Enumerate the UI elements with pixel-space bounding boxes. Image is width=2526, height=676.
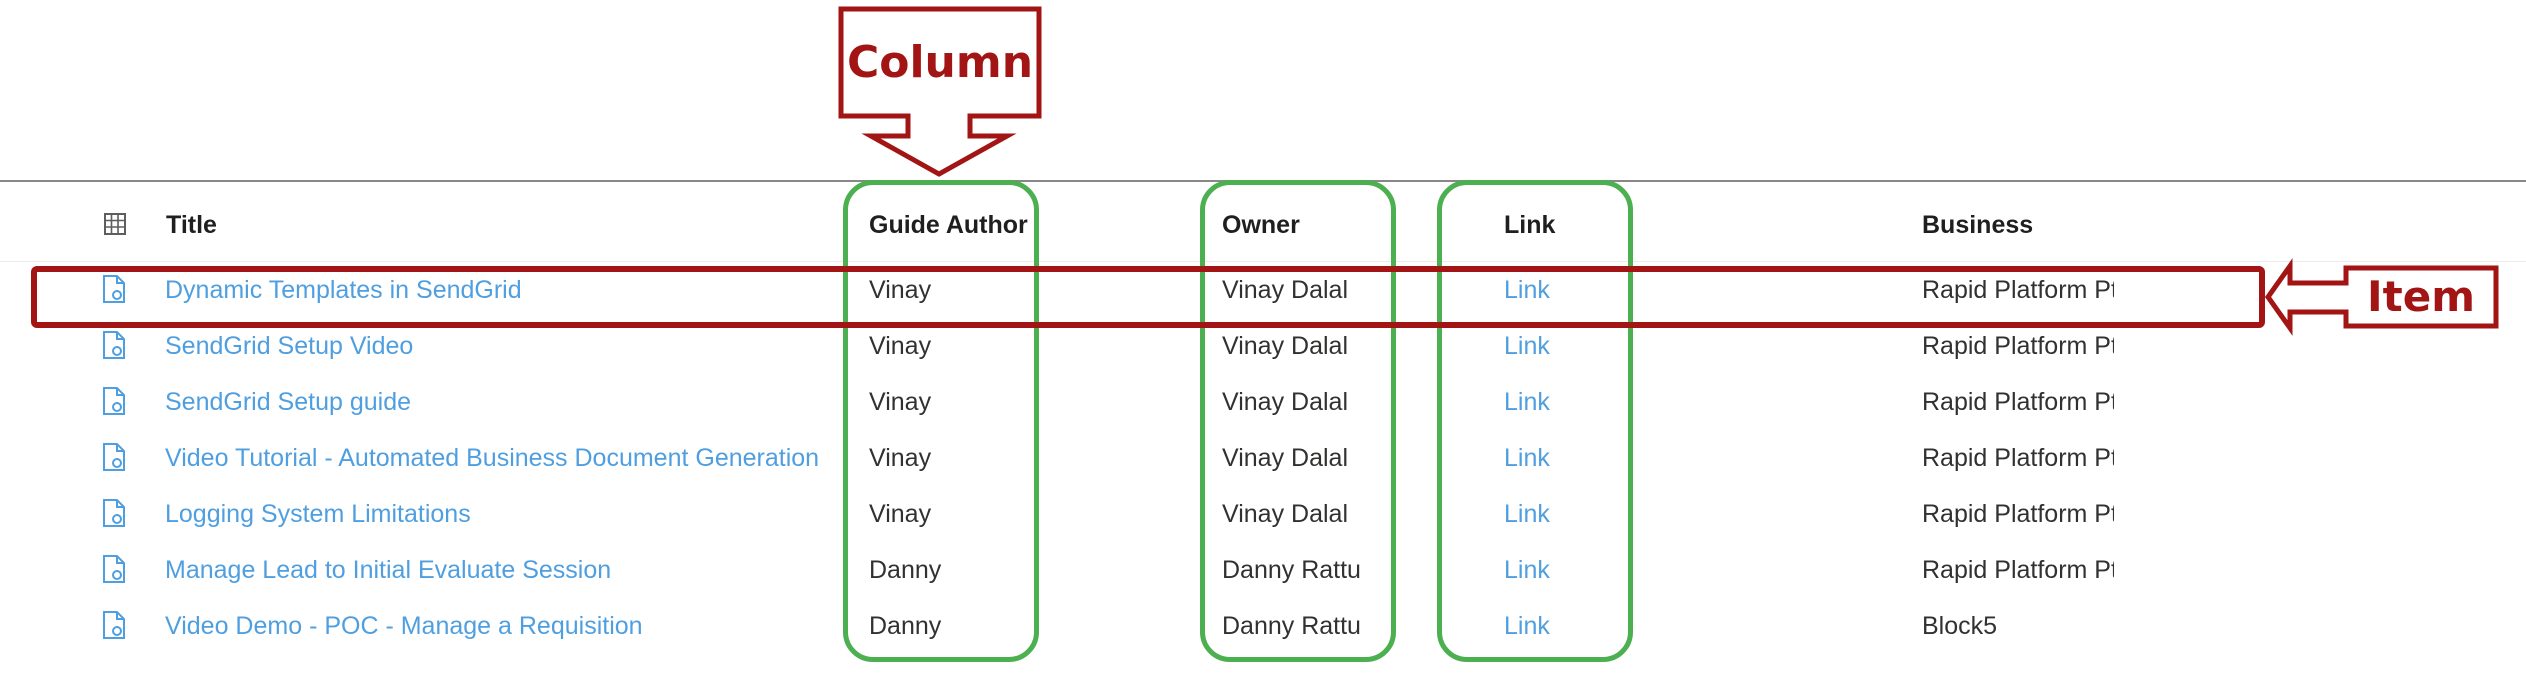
column-callout-label: Column xyxy=(846,37,1034,88)
item-callout-label: Item xyxy=(2367,272,2475,321)
annotation-callouts xyxy=(838,6,2499,336)
